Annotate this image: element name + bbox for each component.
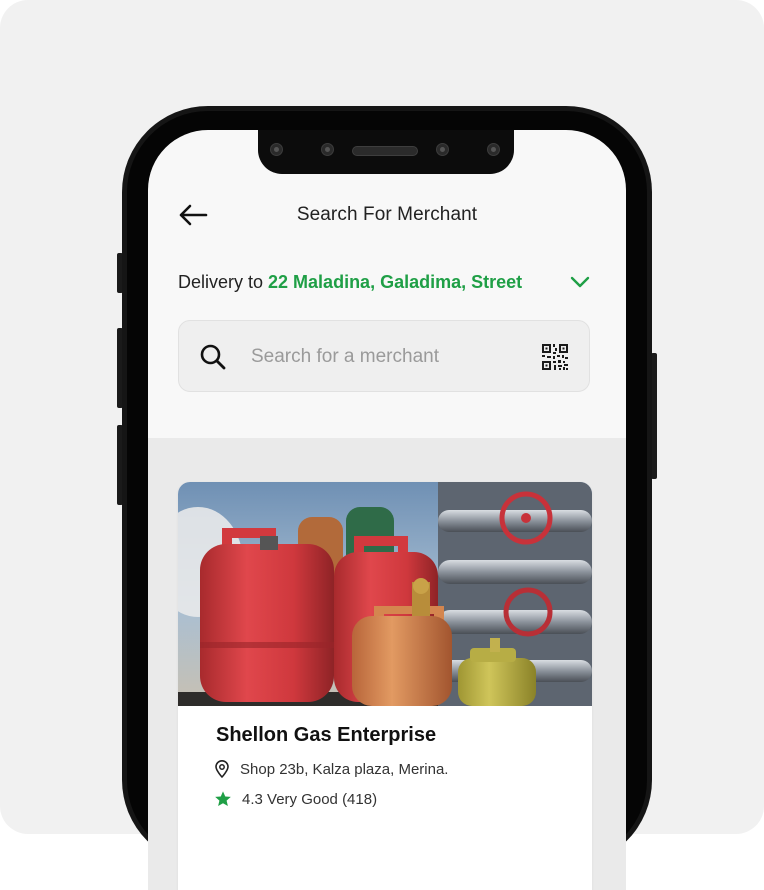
location-pin-icon (215, 760, 229, 778)
sensor-dot (270, 143, 283, 156)
app-screen: Search For Merchant Delivery to 22 Malad… (148, 130, 626, 890)
merchant-card[interactable]: Shellon Gas Enterprise Shop 23b, Kalza p… (178, 482, 592, 890)
phone-notch (258, 130, 514, 174)
phone-frame: Search For Merchant Delivery to 22 Malad… (122, 106, 652, 890)
page-title: Search For Merchant (296, 204, 478, 225)
sensor-dot (436, 143, 449, 156)
search-input[interactable] (249, 339, 523, 375)
search-icon (200, 344, 226, 370)
delivery-address: 22 Maladina, Galadima, Street (268, 272, 523, 292)
delivery-prefix: Delivery to (178, 272, 269, 292)
qr-code-icon[interactable] (541, 343, 569, 371)
merchant-address-row: Shop 23b, Kalza plaza, Merina. (214, 758, 448, 780)
merchant-address: Shop 23b, Kalza plaza, Merina. (240, 760, 449, 778)
gas-cylinders-photo (178, 482, 592, 706)
front-camera (321, 143, 334, 156)
delivery-address-selector[interactable]: Delivery to 22 Maladina, Galadima, Stree… (178, 268, 598, 296)
merchant-rating-row: 4.3 Very Good (418) (214, 788, 377, 810)
proximity-sensor (487, 143, 500, 156)
merchant-name: Shellon Gas Enterprise (216, 724, 437, 746)
app-header: Search For Merchant (148, 192, 626, 238)
earpiece-speaker (352, 146, 418, 156)
delivery-label: Delivery to 22 Maladina, Galadima, Stree… (178, 272, 522, 292)
star-icon (215, 791, 231, 807)
chevron-down-icon[interactable] (568, 270, 592, 294)
merchant-rating: 4.3 Very Good (418) (242, 790, 378, 808)
search-bar (178, 320, 590, 392)
